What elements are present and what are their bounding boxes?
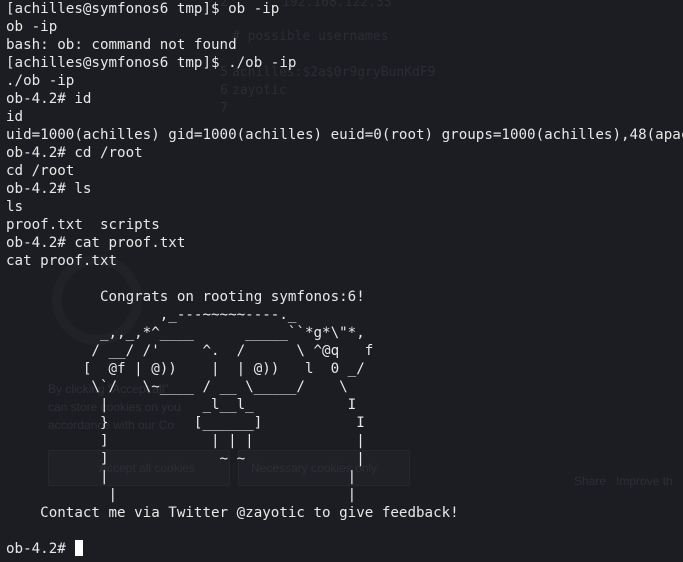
- terminal-line: \`/ \~____ / __ \_____/ \: [6, 379, 348, 395]
- terminal-cursor: [75, 540, 84, 556]
- terminal-line: ] | | | |: [6, 433, 365, 449]
- terminal-line: id: [6, 109, 24, 125]
- terminal-line: [achilles@symfonos6 tmp]$ ./ob -ip: [6, 55, 297, 71]
- terminal-line: ob -ip: [6, 19, 58, 35]
- terminal-line: [achilles@symfonos6 tmp]$ ob -ip: [6, 1, 280, 17]
- terminal-line: proof.txt scripts: [6, 217, 160, 233]
- terminal-output[interactable]: [achilles@symfonos6 tmp]$ ob -ip ob -ip …: [6, 0, 683, 558]
- terminal-line: ,_---~~~~~----._: [6, 307, 297, 323]
- terminal-line: ob-4.2# id: [6, 91, 92, 107]
- terminal-line: ob-4.2# cd /root: [6, 145, 143, 161]
- terminal-line: _,,_,*^____ _____``*g*\"*,: [6, 325, 365, 341]
- terminal-prompt: ob-4.2#: [6, 541, 75, 557]
- terminal-line: ] ~ ~ |: [6, 451, 365, 467]
- terminal-line: | _l__l_ I: [6, 397, 357, 413]
- terminal-line: / __/ /' ^. / \ ^@q f: [6, 343, 374, 359]
- terminal-line: Contact me via Twitter @zayotic to give …: [6, 505, 459, 521]
- terminal-line: ./ob -ip: [6, 73, 75, 89]
- terminal-line: Congrats on rooting symfonos:6!: [6, 289, 365, 305]
- terminal-line: ls: [6, 199, 24, 215]
- terminal-prompt-line[interactable]: ob-4.2#: [6, 540, 683, 558]
- terminal-line: | |: [6, 487, 357, 503]
- terminal-line: [ @f | @)) | | @)) l 0 _/: [6, 361, 365, 377]
- terminal-line: uid=1000(achilles) gid=1000(achilles) eu…: [6, 127, 683, 143]
- terminal-line: cat proof.txt: [6, 253, 118, 269]
- terminal-line: | |: [6, 469, 357, 485]
- terminal-line: cd /root: [6, 163, 75, 179]
- terminal-line: } [______] I: [6, 415, 365, 431]
- terminal-line: ob-4.2# ls: [6, 181, 92, 197]
- terminal-line: bash: ob: command not found: [6, 37, 237, 53]
- terminal-line: ob-4.2# cat proof.txt: [6, 235, 186, 251]
